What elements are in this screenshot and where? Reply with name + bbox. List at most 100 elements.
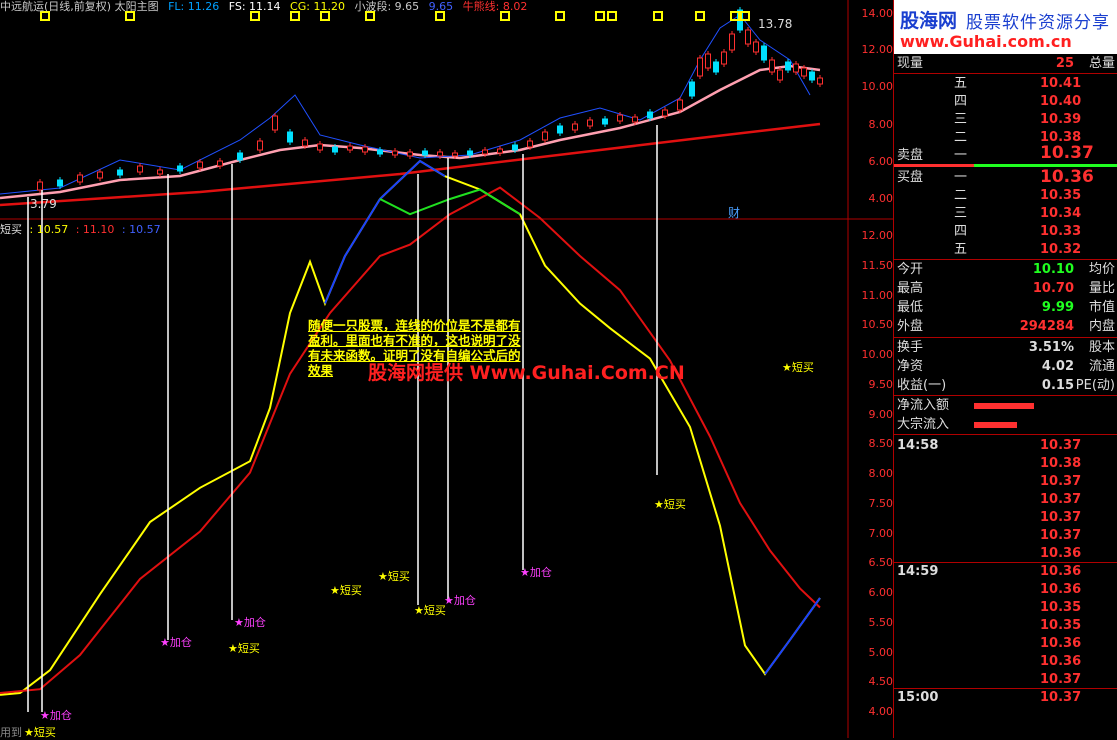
tick-price: 10.36	[1040, 654, 1082, 669]
stat-value: 9.99	[1041, 300, 1074, 315]
tick-row: 10.37	[894, 527, 1117, 545]
indicator-axis-tick: 7.00	[868, 526, 894, 540]
signal-label: ★短买	[782, 361, 814, 374]
candle-body	[347, 145, 353, 151]
sell-row: 四 10.40	[894, 93, 1117, 111]
top-marker	[695, 11, 705, 21]
candle-body	[157, 169, 163, 175]
candle-body	[713, 61, 719, 73]
candle-body	[647, 111, 653, 119]
sell-price: 10.41	[1040, 76, 1082, 91]
stat-key-2: 流通	[1088, 359, 1115, 374]
tick-price: 10.37	[1040, 672, 1082, 687]
candle-body	[287, 131, 293, 143]
signal-label: ★加仓	[444, 594, 476, 607]
indicator-axis-tick: 10.50	[861, 318, 894, 332]
tick-time: 15:00	[897, 690, 939, 705]
stat-row: 换手 3.51% 股本	[894, 339, 1117, 357]
stat-value: 0.15	[1041, 378, 1074, 393]
buy-level: 二	[954, 188, 968, 203]
candle-body	[587, 119, 593, 127]
signal-label: ★短买	[228, 642, 260, 655]
indicator-axis-tick: 8.00	[868, 467, 894, 480]
candle-body	[77, 174, 83, 183]
flow-bar	[974, 403, 1034, 409]
buy-row: 四 10.33	[894, 223, 1117, 241]
xbd-value: 小波段: 9.65	[354, 0, 420, 13]
stat-value: 10.70	[1032, 281, 1074, 296]
candle-body	[482, 149, 488, 155]
stat-key-2: 量比	[1088, 281, 1115, 296]
indicator-axis-tick: 9.00	[868, 407, 894, 421]
sell-level: 二	[954, 130, 968, 145]
stat-key-2: 内盘	[1088, 319, 1115, 334]
indicator-axis-tick: 4.00	[868, 705, 894, 718]
indicator-axis-tick: 8.50	[868, 437, 894, 451]
nxx-value: 牛熊线: 8.02	[462, 0, 528, 13]
green-segment	[379, 188, 521, 216]
candle-body	[407, 151, 413, 157]
chart-area[interactable]: 中远航运(日线,前复权) 太阳主图 FL: 11.26 FS: 11.14 CG…	[0, 0, 894, 739]
candle-body	[437, 151, 443, 157]
price-axis-tick: 4.00	[868, 192, 894, 205]
sell-row: 五 10.41	[894, 75, 1117, 93]
flow-row: 净流入额	[894, 397, 1117, 415]
candle-body	[57, 179, 63, 187]
candle-body	[377, 149, 383, 155]
stat-value: 10.10	[1032, 262, 1074, 277]
tick-price: 10.37	[1040, 438, 1082, 453]
top-marker	[595, 11, 605, 21]
candle-body	[237, 152, 243, 161]
candle-body	[392, 150, 398, 156]
ma-long	[0, 122, 821, 207]
indicator-axis-tick: 10.00	[861, 348, 894, 361]
buy-price: 10.35	[1040, 188, 1082, 203]
quote-panel: 股海网 股票软件资源分享 www.Guhai.com.cn 现量 25 总量 五…	[893, 0, 1117, 738]
stat-value: 3.51%	[1028, 340, 1074, 355]
tick-row: 14:59 10.36	[894, 563, 1117, 581]
stat-key: 净资	[897, 359, 924, 374]
fs-value: FS: 11.14	[228, 0, 281, 13]
indicator-axis-tick: 6.50	[868, 556, 894, 570]
candle-body	[317, 143, 323, 151]
ma-pink	[0, 64, 821, 200]
indicator-axis-tick: 5.00	[868, 645, 894, 659]
signal-label: ★加仓	[160, 636, 192, 649]
candle-body	[512, 144, 518, 151]
high-label: 13.78	[758, 17, 793, 31]
candle-body	[769, 59, 775, 73]
candle-body	[467, 150, 473, 156]
candle-body	[602, 118, 608, 125]
site-logo[interactable]: 股海网 股票软件资源分享 www.Guhai.com.cn	[894, 0, 1117, 54]
sell-level: 五	[954, 76, 968, 91]
buy-row: 一 10.36	[894, 167, 1117, 187]
tick-price: 10.37	[1040, 510, 1082, 525]
candle-body	[362, 146, 368, 153]
candle-body	[542, 131, 548, 141]
tick-price: 10.36	[1040, 564, 1082, 579]
candle-body	[617, 114, 623, 122]
candle-body	[527, 140, 533, 148]
signal-label: ★短买	[378, 570, 410, 583]
buy-level: 一	[954, 170, 968, 185]
price-axis-tick: 14.00	[861, 7, 894, 20]
stat-key: 最高	[897, 281, 924, 296]
stat-row: 最高 10.70 量比	[894, 280, 1117, 298]
indicator-axis-tick: 12.00	[861, 229, 894, 242]
tick-time: 14:58	[897, 438, 939, 453]
candle-body	[677, 99, 683, 111]
low-label: 3.79	[30, 197, 57, 211]
candle-body	[785, 61, 791, 71]
tick-price: 10.37	[1040, 492, 1082, 507]
stat-value: 294284	[1019, 319, 1074, 334]
indicator-axis-tick: 5.50	[868, 615, 894, 629]
tick-price: 10.36	[1040, 636, 1082, 651]
tick-row: 10.37	[894, 491, 1117, 509]
candle-body	[729, 33, 735, 51]
logo-name: 股海网	[900, 10, 958, 32]
tick-row: 10.37	[894, 671, 1117, 689]
sell-label-row: 卖盘	[894, 147, 1117, 165]
finance-icon[interactable]: 财	[728, 204, 740, 221]
price-axis-tick: 12.00	[861, 43, 894, 56]
buy-price: 10.36	[1040, 167, 1094, 187]
